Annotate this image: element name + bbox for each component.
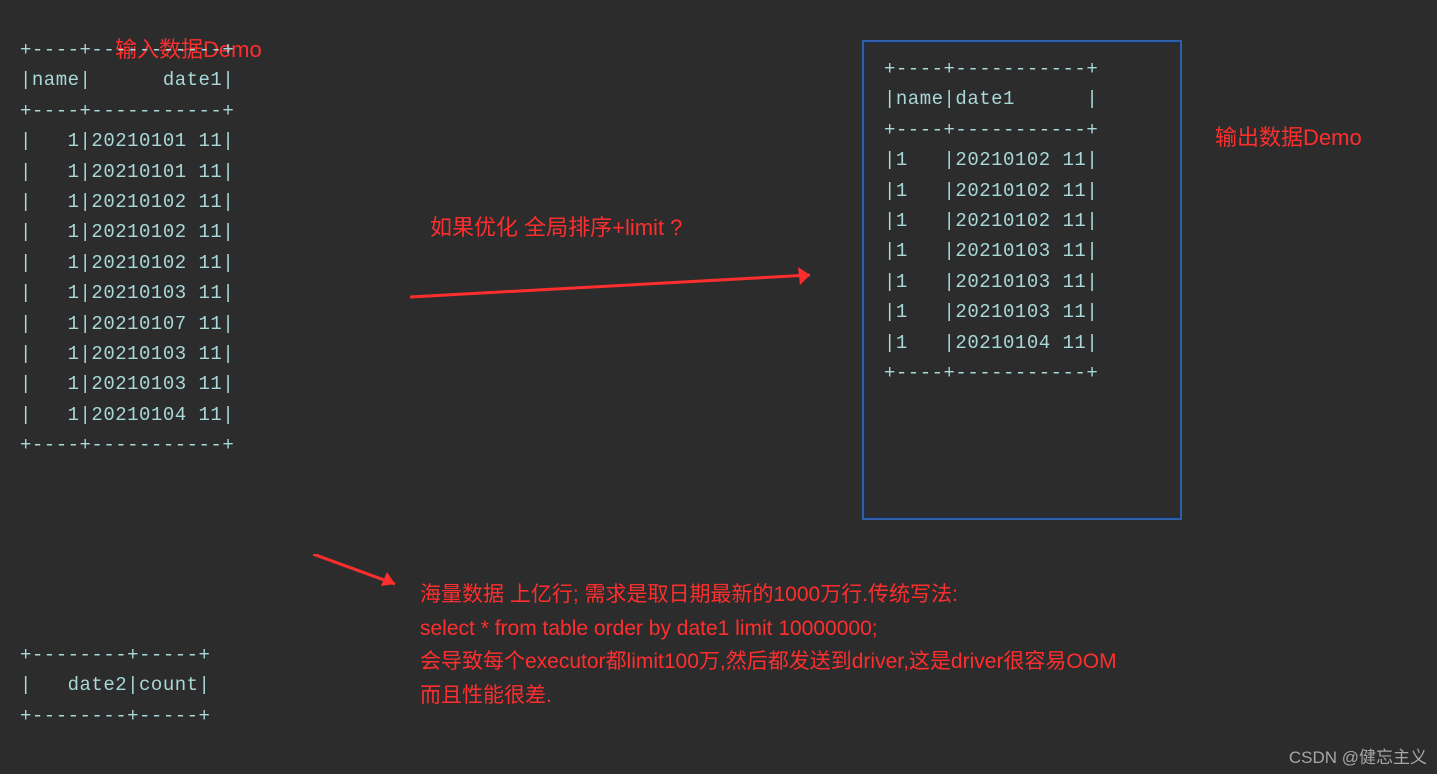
arrow-right-icon: [410, 265, 830, 305]
output-box: +----+-----------+ |name|date1 | +----+-…: [862, 40, 1182, 520]
input-table: +----+-----------+ |name| date1| +----+-…: [20, 35, 234, 460]
output-demo-label: 输出数据Demo: [1215, 120, 1362, 152]
explain-line: select * from table order by date1 limit…: [420, 612, 1117, 646]
watermark-text: CSDN @健忘主义: [1289, 743, 1427, 768]
explain-line: 而且性能很差.: [420, 679, 1117, 713]
aux-table: +--------+-----+ | date2|count| +-------…: [20, 640, 210, 731]
explain-line: 会导致每个executor都limit100万,然后都发送到driver,这是d…: [420, 645, 1117, 679]
question-label: 如果优化 全局排序+limit ?: [430, 210, 682, 242]
explanation-text: 海量数据 上亿行; 需求是取日期最新的1000万行.传统写法: select *…: [420, 578, 1117, 712]
arrow-downright-icon: [313, 554, 413, 594]
explain-line: 海量数据 上亿行; 需求是取日期最新的1000万行.传统写法:: [420, 578, 1117, 612]
output-table: +----+-----------+ |name|date1 | +----+-…: [884, 54, 1160, 388]
